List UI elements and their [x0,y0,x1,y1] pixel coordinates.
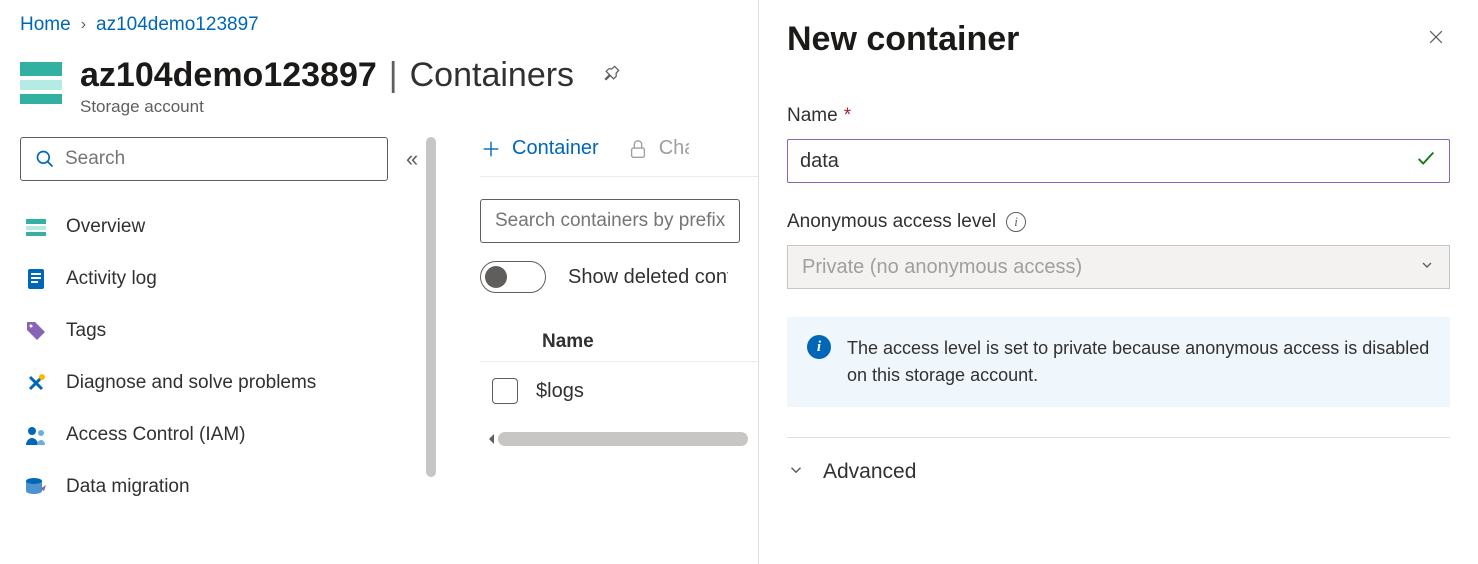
sidebar-item-diagnose[interactable]: Diagnose and solve problems [20,357,440,409]
sidebar-item-label: Access Control (IAM) [66,424,245,446]
info-icon[interactable]: i [1006,212,1026,232]
horizontal-scrollbar[interactable] [498,432,748,446]
collapse-sidebar-icon[interactable]: « [406,146,418,172]
chevron-right-icon: › [81,16,86,34]
change-access-button[interactable]: Change access level [627,137,689,160]
section-name: Containers [410,56,574,95]
title-divider: | [389,56,398,95]
container-search-input[interactable] [480,199,740,243]
search-icon [35,149,55,169]
sidebar-item-label: Tags [66,320,106,342]
required-indicator: * [844,105,851,127]
container-name: $logs [536,380,584,403]
sidebar: « Overview Activity log Tags [0,137,440,513]
name-field-label: Name* [787,105,1450,127]
sidebar-scrollbar[interactable] [426,137,436,477]
sidebar-item-label: Diagnose and solve problems [66,372,316,394]
close-icon [1426,27,1446,47]
name-input[interactable] [800,150,1415,173]
sidebar-item-access-control[interactable]: Access Control (IAM) [20,409,440,461]
sidebar-search-input[interactable] [65,148,373,170]
sidebar-item-tags[interactable]: Tags [20,305,440,357]
access-level-select: Private (no anonymous access) [787,245,1450,289]
pin-icon[interactable] [602,63,622,89]
info-banner-text: The access level is set to private becau… [847,335,1430,389]
breadcrumb-home[interactable]: Home [20,14,71,36]
chevron-down-icon [1419,256,1435,279]
lock-icon [627,138,649,160]
access-control-icon [24,423,48,447]
sidebar-item-activity-log[interactable]: Activity log [20,253,440,305]
activity-log-icon [24,267,48,291]
toolbar-label: Container [512,137,599,160]
row-checkbox[interactable] [492,378,518,404]
sidebar-item-label: Overview [66,216,145,238]
close-panel-button[interactable] [1422,22,1450,58]
access-level-value: Private (no anonymous access) [802,256,1082,279]
new-container-panel: New container Name* Anonymous access lev… [758,0,1478,564]
panel-title: New container [787,20,1019,59]
info-badge-icon: i [807,335,831,359]
diagnose-icon [24,371,48,395]
tags-icon [24,319,48,343]
validation-check-icon [1415,147,1437,175]
toolbar-label: Change access level [659,137,689,160]
breadcrumb-resource[interactable]: az104demo123897 [96,14,259,36]
name-field[interactable] [787,139,1450,183]
chevron-down-icon [787,461,805,484]
resource-type: Storage account [80,97,622,117]
storage-icon [24,215,48,239]
toggle-label: Show deleted containers [568,266,728,289]
sidebar-search[interactable] [20,137,388,181]
sidebar-item-overview[interactable]: Overview [20,201,440,253]
add-container-button[interactable]: Container [480,137,599,160]
sidebar-item-label: Activity log [66,268,157,290]
advanced-label: Advanced [823,460,916,484]
resource-name: az104demo123897 [80,56,377,95]
data-migration-icon [24,475,48,499]
access-level-label: Anonymous access level i [787,211,1450,233]
sidebar-item-label: Data migration [66,476,190,498]
show-deleted-toggle[interactable] [480,261,546,293]
sidebar-item-data-migration[interactable]: Data migration [20,461,440,513]
page-title: az104demo123897 | Containers [80,56,622,95]
advanced-section-toggle[interactable]: Advanced [787,437,1450,484]
storage-account-icon [20,62,62,104]
plus-icon [480,138,502,160]
info-banner: i The access level is set to private bec… [787,317,1450,407]
